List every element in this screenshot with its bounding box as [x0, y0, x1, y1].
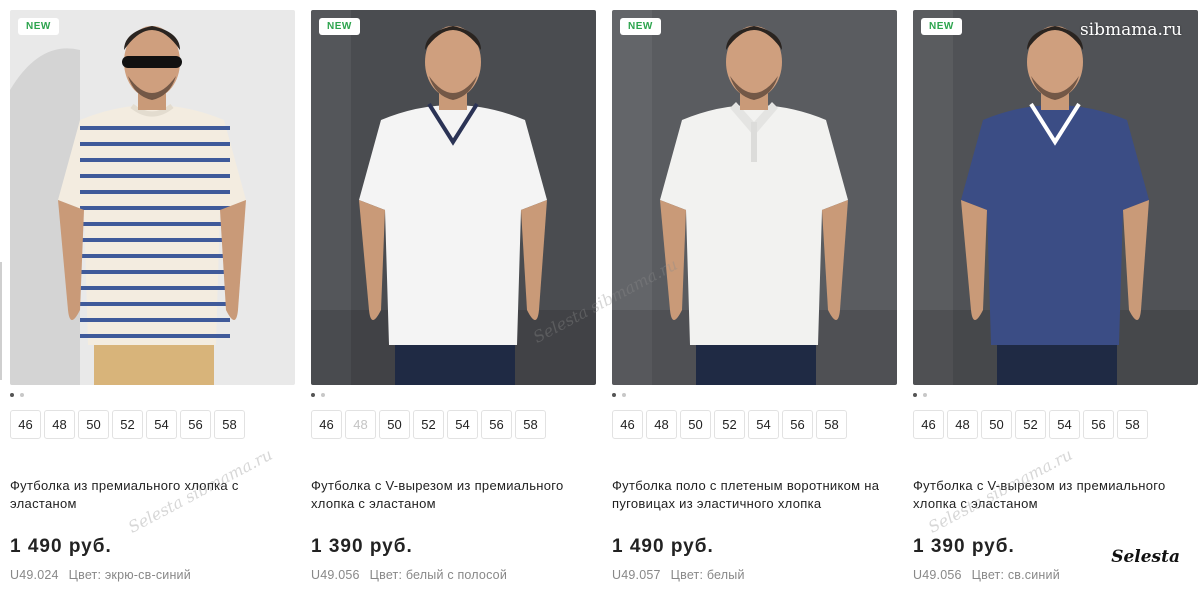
carousel-dot[interactable]	[321, 393, 325, 397]
product-photo[interactable]: NEW	[10, 10, 295, 385]
carousel-dot-active[interactable]	[913, 393, 917, 397]
size-option-50[interactable]: 50	[379, 410, 410, 439]
size-option-46[interactable]: 46	[10, 410, 41, 439]
product-price: 1 490 руб.	[10, 536, 112, 557]
size-option-54[interactable]: 54	[1049, 410, 1080, 439]
product-price: 1 390 руб.	[311, 536, 413, 557]
product-meta: U49.057 Цвет: белый	[612, 568, 745, 582]
size-option-56[interactable]: 56	[481, 410, 512, 439]
size-option-58[interactable]: 58	[816, 410, 847, 439]
carousel-dot[interactable]	[20, 393, 24, 397]
site-watermark: sibmama.ru	[1079, 20, 1182, 40]
size-option-48[interactable]: 48	[646, 410, 677, 439]
scroll-edge-indicator	[0, 262, 2, 380]
product-photo[interactable]: NEW	[913, 10, 1198, 385]
product-photo[interactable]: NEW	[612, 10, 897, 385]
product-color: Цвет: экрю-св-синий	[68, 568, 191, 582]
new-badge: NEW	[18, 18, 59, 35]
size-option-48[interactable]: 48	[345, 410, 376, 439]
size-selector: 46 48 50 52 54 56 58	[913, 410, 1200, 440]
product-color: Цвет: св.синий	[971, 568, 1060, 582]
model-photo-illustration	[612, 10, 897, 385]
size-option-50[interactable]: 50	[78, 410, 109, 439]
size-option-48[interactable]: 48	[947, 410, 978, 439]
carousel-dot-active[interactable]	[612, 393, 616, 397]
product-card[interactable]: NEW 46 48 50 52 54 56 58 Футболка с V-вырезом …	[913, 0, 1200, 590]
product-sku: U49.024	[10, 568, 59, 582]
carousel-dot[interactable]	[923, 393, 927, 397]
photo-carousel-dots[interactable]	[913, 390, 953, 400]
product-meta: U49.024 Цвет: экрю-св-синий	[10, 568, 191, 582]
photo-carousel-dots[interactable]	[612, 390, 652, 400]
product-color: Цвет: белый с полосой	[369, 568, 507, 582]
product-meta: U49.056 Цвет: св.синий	[913, 568, 1060, 582]
size-option-52[interactable]: 52	[714, 410, 745, 439]
size-option-54[interactable]: 54	[146, 410, 177, 439]
product-photo[interactable]: NEW	[311, 10, 596, 385]
photo-carousel-dots[interactable]	[311, 390, 351, 400]
product-title[interactable]: Футболка с V-вырезом из премиального хло…	[311, 477, 601, 513]
model-photo-illustration	[913, 10, 1198, 385]
product-title[interactable]: Футболка поло с плетеным воротником на п…	[612, 477, 902, 513]
size-option-52[interactable]: 52	[413, 410, 444, 439]
product-meta: U49.056 Цвет: белый с полосой	[311, 568, 507, 582]
carousel-dot-active[interactable]	[10, 393, 14, 397]
size-selector: 46 48 50 52 54 56 58	[612, 410, 902, 440]
size-selector: 46 48 50 52 54 56 58	[10, 410, 300, 440]
size-selector: 46 48 50 52 54 56 58	[311, 410, 601, 440]
size-option-58[interactable]: 58	[515, 410, 546, 439]
model-photo-illustration	[311, 10, 596, 385]
carousel-dot-active[interactable]	[311, 393, 315, 397]
size-option-46[interactable]: 46	[311, 410, 342, 439]
size-option-46[interactable]: 46	[913, 410, 944, 439]
size-option-52[interactable]: 52	[1015, 410, 1046, 439]
size-option-54[interactable]: 54	[447, 410, 478, 439]
carousel-dot[interactable]	[622, 393, 626, 397]
product-sku: U49.056	[311, 568, 360, 582]
size-option-58[interactable]: 58	[1117, 410, 1148, 439]
size-option-54[interactable]: 54	[748, 410, 779, 439]
product-title[interactable]: Футболка с V-вырезом из премиального хло…	[913, 477, 1200, 513]
product-grid: NEW 46 48 50 52 54 56 58 Футболка из премиальн…	[0, 0, 1200, 590]
product-card[interactable]: NEW 46 48 50 52 54 56 58 Футболка поло с плете…	[612, 0, 902, 590]
product-sku: U49.056	[913, 568, 962, 582]
size-option-56[interactable]: 56	[1083, 410, 1114, 439]
model-photo-illustration	[10, 10, 295, 385]
brand-watermark: Selesta	[1111, 547, 1180, 567]
size-option-46[interactable]: 46	[612, 410, 643, 439]
product-price: 1 490 руб.	[612, 536, 714, 557]
product-card[interactable]: NEW 46 48 50 52 54 56 58 Футболка из премиальн…	[10, 0, 300, 590]
new-badge: NEW	[620, 18, 661, 35]
size-option-48[interactable]: 48	[44, 410, 75, 439]
new-badge: NEW	[921, 18, 962, 35]
product-color: Цвет: белый	[670, 568, 745, 582]
product-card[interactable]: NEW 46 48 50 52 54 56 58 Футболка с V-вырезом …	[311, 0, 601, 590]
size-option-58[interactable]: 58	[214, 410, 245, 439]
new-badge: NEW	[319, 18, 360, 35]
size-option-52[interactable]: 52	[112, 410, 143, 439]
photo-carousel-dots[interactable]	[10, 390, 50, 400]
size-option-56[interactable]: 56	[782, 410, 813, 439]
product-price: 1 390 руб.	[913, 536, 1015, 557]
product-title[interactable]: Футболка из премиального хлопка с эласта…	[10, 477, 300, 513]
size-option-56[interactable]: 56	[180, 410, 211, 439]
size-option-50[interactable]: 50	[981, 410, 1012, 439]
size-option-50[interactable]: 50	[680, 410, 711, 439]
product-sku: U49.057	[612, 568, 661, 582]
